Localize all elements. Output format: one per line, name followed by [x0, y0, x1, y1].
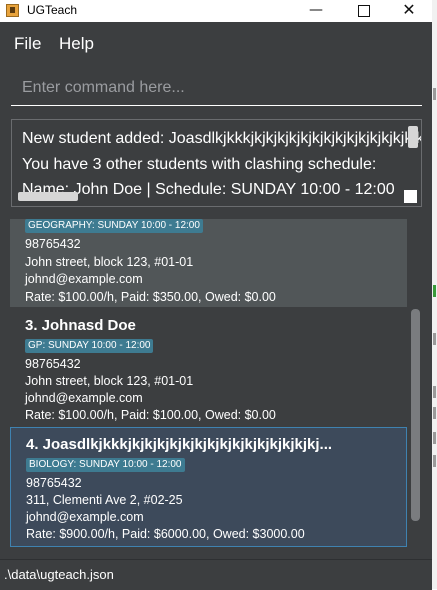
status-bar: .\data\ugteach.json [0, 559, 432, 590]
student-email: johnd@example.com [26, 510, 144, 524]
result-horizontal-scrollbar[interactable] [18, 192, 78, 201]
student-payment: Rate: $900.00/h, Paid: $6000.00, Owed: $… [26, 527, 305, 541]
menu-help[interactable]: Help [59, 34, 94, 54]
student-card[interactable]: GEOGRAPHY: SUNDAY 10:00 - 12:00 98765432… [10, 219, 407, 307]
scroll-corner [404, 190, 417, 203]
close-icon: ✕ [402, 0, 416, 19]
student-phone: 98765432 [25, 237, 81, 251]
student-phone: 98765432 [25, 357, 81, 371]
student-address: John street, block 123, #01-01 [25, 374, 194, 388]
subject-tag: GEOGRAPHY: SUNDAY 10:00 - 12:00 [25, 219, 203, 233]
maximize-icon [358, 5, 370, 17]
student-payment: Rate: $100.00/h, Paid: $100.00, Owed: $0… [25, 408, 276, 422]
result-display[interactable]: New student added: Joasdlkjkkkjkjkjkjkjk… [11, 119, 422, 207]
result-vertical-scrollbar[interactable] [408, 126, 418, 148]
close-button[interactable]: ✕ [386, 0, 432, 22]
app-icon [6, 4, 19, 17]
student-phone: 98765432 [26, 476, 82, 490]
title-bar: UGTeach — ✕ [0, 0, 432, 22]
student-email: johnd@example.com [25, 391, 143, 405]
command-input[interactable] [11, 71, 411, 105]
command-box [11, 71, 422, 106]
maximize-button[interactable] [341, 0, 387, 22]
result-line: You have 3 other students with clashing … [22, 156, 377, 173]
student-card-selected[interactable]: 4. Joasdlkjkkkjkjkjkjkjkjkjkjkjkjkjkjkjk… [10, 427, 407, 547]
student-card[interactable]: 3. Johnasd Doe GP: SUNDAY 10:00 - 12:00 … [10, 309, 407, 425]
menu-bar: File Help [0, 22, 432, 60]
student-list[interactable]: GEOGRAPHY: SUNDAY 10:00 - 12:00 98765432… [10, 219, 422, 549]
subject-tag: GP: SUNDAY 10:00 - 12:00 [25, 339, 154, 353]
minimize-button[interactable]: — [293, 0, 339, 22]
student-address: 311, Clementi Ave 2, #02-25 [26, 493, 183, 507]
student-name: 4. Joasdlkjkkkjkjkjkjkjkjkjkjkjkjkjkjkjk… [26, 436, 333, 453]
window-title: UGTeach [27, 3, 78, 17]
student-name: 3. Johnasd Doe [25, 317, 136, 334]
background-window-strip [432, 0, 437, 589]
student-payment: Rate: $100.00/h, Paid: $350.00, Owed: $0… [25, 290, 276, 304]
app-window: File Help New student added: Joasdlkjkkk… [0, 22, 432, 590]
subject-tag: BIOLOGY: SUNDAY 10:00 - 12:00 [26, 458, 185, 472]
student-email: johnd@example.com [25, 272, 143, 286]
student-address: John street, block 123, #01-01 [25, 255, 194, 269]
list-scrollbar[interactable] [411, 309, 420, 521]
data-file-path: .\data\ugteach.json [4, 567, 114, 582]
result-line: New student added: Joasdlkjkkkjkjkjkjkjk… [22, 130, 422, 147]
minimize-icon: — [309, 2, 323, 18]
menu-file[interactable]: File [14, 34, 41, 54]
